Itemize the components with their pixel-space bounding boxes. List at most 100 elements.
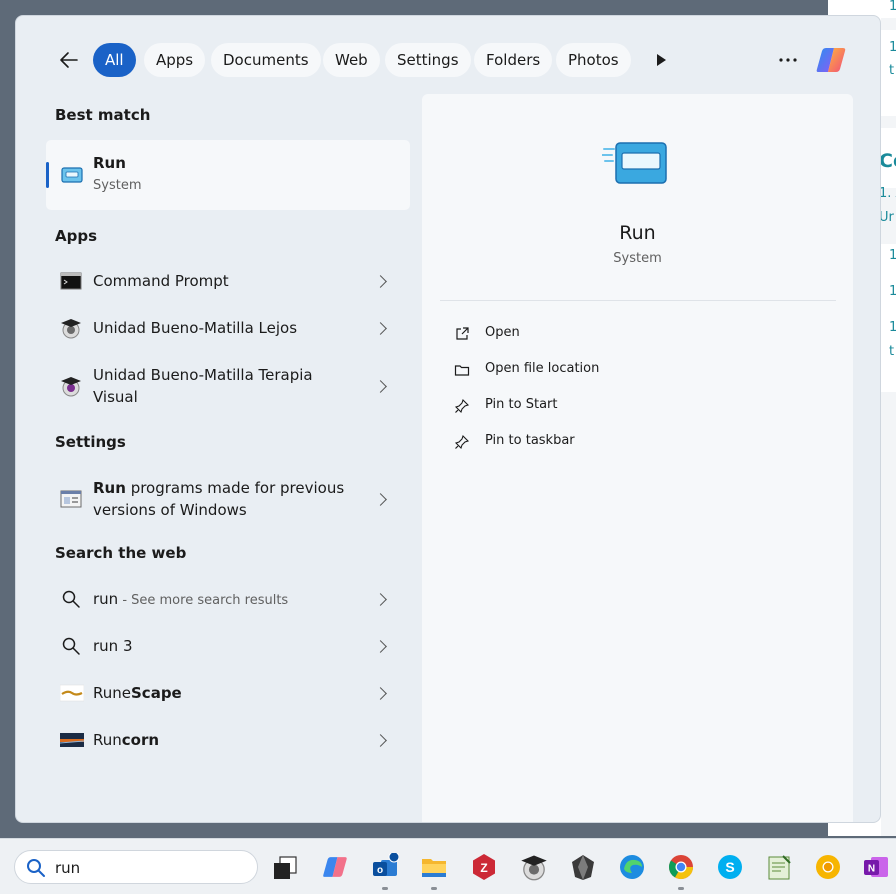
taskbar: run o Z S N (0, 838, 896, 894)
filter-settings[interactable]: Settings (385, 43, 471, 77)
obsidian-icon[interactable] (569, 853, 597, 881)
web-result-runcorn[interactable]: Runcorn (46, 725, 410, 755)
web-result-run-3[interactable]: run 3 (46, 631, 410, 661)
more-filters-play-icon[interactable] (654, 52, 668, 66)
edge-icon[interactable] (618, 853, 646, 881)
running-indicator (678, 887, 684, 890)
chevron-right-icon (374, 380, 387, 393)
settings-heading: Settings (55, 433, 126, 451)
document-text: 1 (889, 0, 896, 14)
document-text: t (889, 344, 895, 359)
chevron-right-icon (374, 640, 387, 653)
settings-label-line2: versions of Windows (93, 501, 247, 519)
web-query: run (93, 590, 119, 608)
chevron-right-icon (374, 734, 387, 747)
document-text: 1 (889, 284, 896, 299)
detail-subtitle: System (613, 251, 662, 266)
chevron-right-icon (374, 687, 387, 700)
web-result-text: RuneScape (93, 682, 182, 704)
run-app-large-icon (601, 139, 672, 189)
file-explorer-icon[interactable] (420, 853, 448, 881)
settings-label-rest: programs made for previous (125, 479, 345, 497)
document-text: 1 (889, 40, 896, 55)
filter-apps[interactable]: Apps (144, 43, 206, 77)
chrome-icon[interactable] (667, 853, 695, 881)
web-query-prefix: Run (93, 731, 122, 749)
onenote-icon[interactable]: N (862, 853, 890, 881)
action-label: Pin to taskbar (485, 433, 575, 448)
app-icon[interactable] (520, 853, 548, 881)
back-arrow-icon[interactable] (56, 47, 82, 73)
runcorn-thumbnail-icon (59, 729, 85, 751)
filter-folders[interactable]: Folders (474, 43, 553, 77)
command-prompt-icon (60, 270, 82, 292)
task-view-icon[interactable] (271, 853, 299, 881)
filter-all[interactable]: All (93, 43, 136, 77)
notepad-icon[interactable] (765, 853, 793, 881)
chevron-right-icon (374, 275, 387, 288)
chevron-right-icon (374, 593, 387, 606)
web-result-run[interactable]: run - See more search results (46, 584, 410, 614)
document-card (881, 244, 896, 392)
detail-title: Run (619, 222, 656, 244)
action-label: Open (485, 325, 520, 340)
filter-web[interactable]: Web (323, 43, 380, 77)
skype-icon[interactable]: S (716, 853, 744, 881)
app-unidad-terapia-visual[interactable]: Unidad Bueno-Matilla Terapia Visual (46, 361, 410, 411)
chevron-right-icon (374, 493, 387, 506)
copilot-icon[interactable] (321, 853, 349, 881)
web-query: run 3 (93, 637, 133, 655)
settings-run-compatibility[interactable]: Run programs made for previous versions … (46, 474, 410, 524)
document-text: 1. A (879, 186, 896, 201)
app-label: Command Prompt (93, 272, 229, 290)
more-options-icon[interactable] (778, 52, 798, 66)
svg-text:S: S (725, 859, 734, 875)
pin-icon (454, 434, 470, 450)
taskbar-search-box[interactable]: run (14, 850, 258, 884)
best-match-run[interactable]: Run System (46, 140, 410, 210)
filter-photos[interactable]: Photos (556, 43, 631, 77)
search-icon (60, 635, 82, 657)
chevron-right-icon (374, 322, 387, 335)
svg-text:o: o (377, 865, 383, 876)
app-unidad-lejos[interactable]: Unidad Bueno-Matilla Lejos (46, 313, 410, 343)
run-app-icon (59, 164, 85, 186)
document-text: 1 (889, 320, 896, 335)
svg-text:Z: Z (480, 861, 487, 875)
document-text: 1 (889, 248, 896, 263)
action-label: Pin to Start (485, 397, 558, 412)
app-command-prompt[interactable]: Command Prompt (46, 266, 410, 296)
web-result-text: Runcorn (93, 729, 159, 751)
search-icon (25, 857, 47, 879)
copilot-icon[interactable] (814, 43, 848, 77)
document-text: t (889, 63, 895, 78)
web-result-runescape[interactable]: RuneScape (46, 678, 410, 708)
settings-label-bold: Run (93, 479, 126, 497)
taskbar-search-input[interactable]: run (55, 859, 80, 877)
graduation-eye-icon (60, 317, 82, 339)
document-heading: Co (879, 150, 896, 172)
app-label: Unidad Bueno-Matilla Lejos (93, 319, 298, 337)
document-pane (881, 0, 896, 836)
selection-indicator (46, 162, 49, 188)
web-query-suffix: corn (121, 731, 160, 749)
outlook-icon[interactable]: o (371, 851, 400, 881)
best-match-subtitle: System (93, 178, 142, 193)
best-match-title: Run (93, 154, 126, 172)
zotero-icon[interactable]: Z (470, 853, 498, 881)
running-indicator (382, 887, 388, 890)
detail-pane: Run System Open Open file location Pin t… (422, 94, 853, 822)
web-result-text: run - See more search results (93, 588, 288, 612)
search-panel: All Apps Documents Web Settings Folders … (15, 15, 881, 823)
runescape-thumbnail-icon (59, 682, 85, 704)
settings-label-line1: Run programs made for previous (93, 477, 344, 499)
filter-documents[interactable]: Documents (211, 43, 321, 77)
graduation-eye-icon (60, 375, 82, 397)
compatibility-window-icon (60, 488, 82, 510)
apps-heading: Apps (55, 227, 98, 245)
open-external-icon (454, 326, 470, 342)
document-text: Ur (879, 210, 894, 225)
chrome-canary-icon[interactable] (814, 853, 842, 881)
action-label: Open file location (485, 361, 600, 376)
svg-text:N: N (868, 864, 875, 875)
